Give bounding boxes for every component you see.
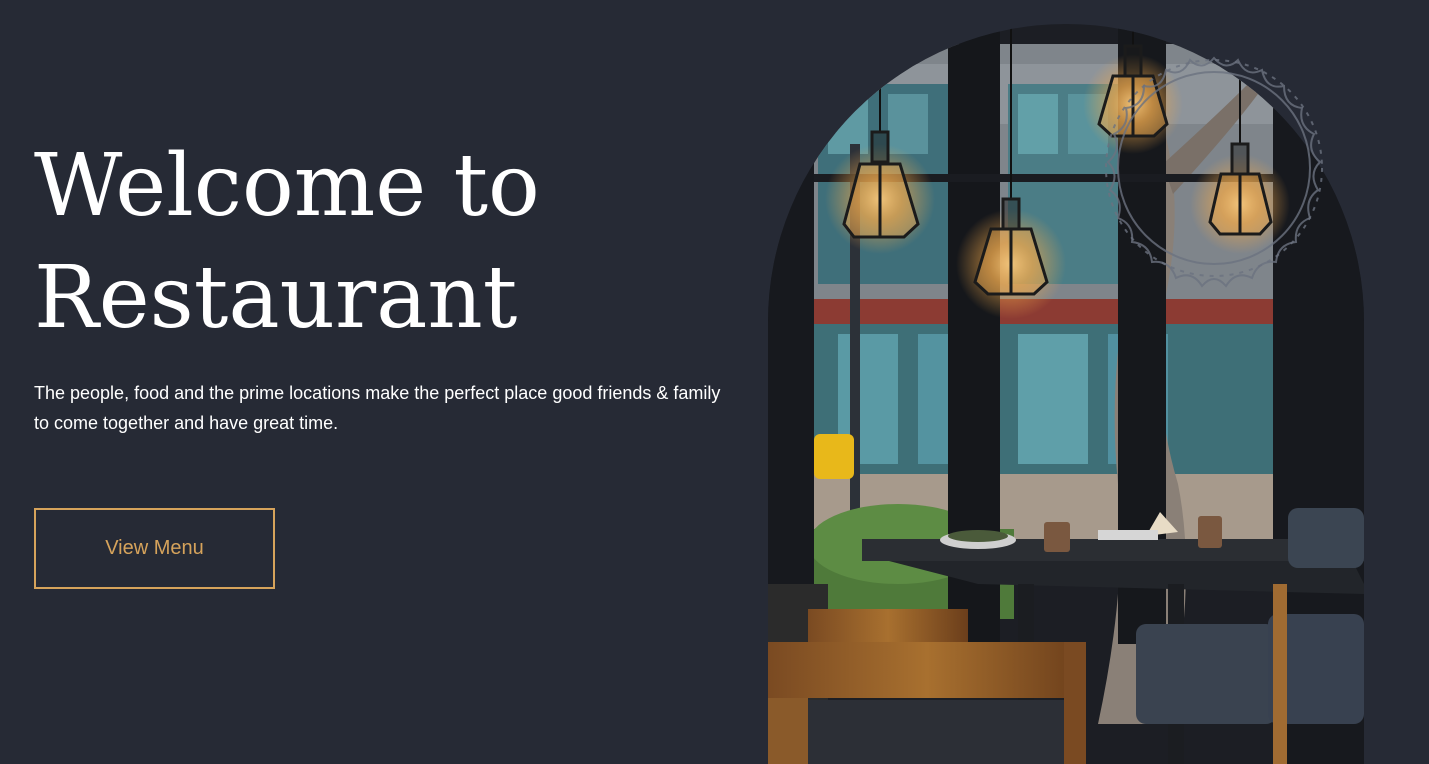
- view-menu-button[interactable]: View Menu: [34, 508, 275, 589]
- decorative-badge-icon: [1105, 56, 1323, 288]
- hero-title-line-2: Restaurant: [34, 248, 518, 348]
- hero-section: Welcome to Restaurant The people, food a…: [0, 0, 1429, 764]
- hero-description: The people, food and the prime locations…: [34, 383, 721, 433]
- hero-title-line-1: Welcome to: [34, 136, 540, 236]
- hero-title: Welcome to Restaurant: [34, 130, 540, 354]
